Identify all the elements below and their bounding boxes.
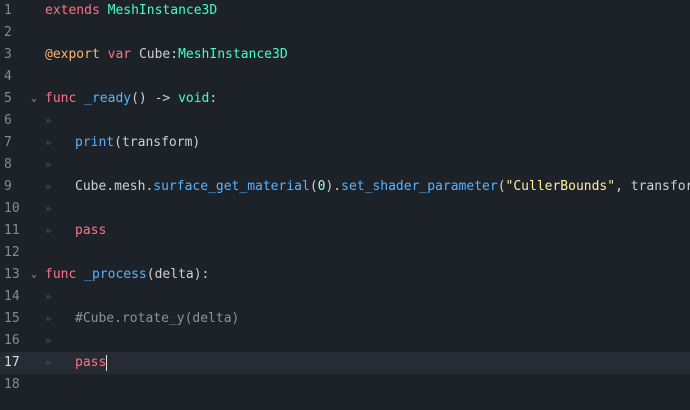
line-number: 3 — [4, 47, 12, 62]
line-number: 7 — [4, 135, 12, 150]
code-line-12[interactable]: 12 — [0, 242, 690, 264]
line-number: 6 — [4, 113, 12, 128]
code-text[interactable]: extends MeshInstance3D — [45, 0, 217, 22]
code-text[interactable]: print(transform) — [75, 132, 200, 154]
keyword-token: pass — [75, 223, 107, 238]
tab-indent-icon: » — [45, 158, 52, 171]
keyword-token: extends — [45, 3, 100, 18]
line-number: 11 — [4, 223, 20, 238]
code-text[interactable]: @export var Cube:MeshInstance3D — [45, 44, 288, 66]
line-number: 15 — [4, 311, 20, 326]
code-line-7[interactable]: 7 » print(transform) — [0, 132, 690, 154]
code-line-15[interactable]: 15 » #Cube.rotate_y(delta) — [0, 308, 690, 330]
code-text[interactable]: func _ready() -> void: — [45, 88, 217, 110]
line-number: 17 — [4, 355, 20, 370]
keyword-token: pass — [75, 355, 107, 370]
line-number: 4 — [4, 69, 12, 84]
code-text[interactable]: #Cube.rotate_y(delta) — [75, 308, 239, 330]
code-line-9[interactable]: 9 » Cube.mesh.surface_get_material(0).se… — [0, 176, 690, 198]
type-token: void — [178, 91, 210, 106]
code-line-5[interactable]: 5 ⌄ func _ready() -> void: — [0, 88, 690, 110]
code-text[interactable]: pass — [75, 352, 108, 374]
tab-indent-icon: » — [45, 136, 52, 149]
fold-arrow-icon[interactable]: ⌄ — [31, 88, 43, 110]
code-line-3[interactable]: 3 @export var Cube:MeshInstance3D — [0, 44, 690, 66]
annotation-token: @export — [45, 47, 100, 62]
tab-indent-icon: » — [45, 356, 52, 369]
tab-indent-icon: » — [45, 290, 52, 303]
line-number: 9 — [4, 179, 12, 194]
code-line-16[interactable]: 16 » — [0, 330, 690, 352]
code-line-18[interactable]: 18 — [0, 374, 690, 396]
text-token: , transform) — [615, 179, 690, 194]
tab-indent-icon: » — [45, 202, 52, 215]
text-token: (delta): — [146, 267, 210, 282]
line-number: 18 — [4, 377, 20, 392]
type-token: MeshInstance3D — [107, 3, 218, 18]
keyword-token: var — [107, 47, 132, 62]
function-token: surface_get_material — [153, 179, 310, 194]
line-number: 16 — [4, 333, 20, 348]
fold-arrow-icon[interactable]: ⌄ — [31, 264, 43, 286]
line-number: 12 — [4, 245, 20, 260]
code-line-1[interactable]: 1 extends MeshInstance3D — [0, 0, 690, 22]
comment-token: #Cube.rotate_y(delta) — [75, 311, 240, 326]
text-token: ). — [325, 179, 342, 194]
keyword-token: func — [45, 267, 77, 282]
function-token: _ready — [84, 91, 132, 106]
code-line-11[interactable]: 11 » pass — [0, 220, 690, 242]
code-text[interactable]: pass — [75, 220, 106, 242]
keyword-token: func — [45, 91, 77, 106]
text-token: : — [209, 91, 218, 106]
tab-indent-icon: » — [45, 114, 52, 127]
function-token: _process — [84, 267, 147, 282]
function-token: set_shader_parameter — [341, 179, 498, 194]
code-line-14[interactable]: 14 » — [0, 286, 690, 308]
code-line-4[interactable]: 4 — [0, 66, 690, 88]
type-token: MeshInstance3D — [178, 47, 288, 62]
tab-indent-icon: » — [45, 180, 52, 193]
string-token: "CullerBounds" — [505, 179, 616, 194]
code-line-8[interactable]: 8 » — [0, 154, 690, 176]
code-line-13[interactable]: 13 ⌄ func _process(delta): — [0, 264, 690, 286]
text-token: Cube.mesh. — [75, 179, 154, 194]
code-editor[interactable]: 1 extends MeshInstance3D 2 3 @export var… — [0, 0, 690, 410]
line-number: 1 — [4, 3, 12, 18]
line-number: 10 — [4, 201, 20, 216]
code-line-17-current[interactable]: 17 » pass — [0, 352, 690, 374]
line-number: 14 — [4, 289, 20, 304]
line-number: 2 — [4, 25, 12, 40]
code-line-2[interactable]: 2 — [0, 22, 690, 44]
line-number: 8 — [4, 157, 12, 172]
text-cursor — [106, 354, 108, 371]
tab-indent-icon: » — [45, 312, 52, 325]
text-token: ( — [309, 179, 318, 194]
tab-indent-icon: » — [45, 334, 52, 347]
colon-token: : — [170, 47, 179, 62]
text-token: () -> — [131, 91, 179, 106]
code-line-10[interactable]: 10 » — [0, 198, 690, 220]
code-text[interactable]: Cube.mesh.surface_get_material(0).set_sh… — [75, 176, 690, 198]
text-token: (transform) — [114, 135, 201, 150]
tab-indent-icon: » — [45, 224, 52, 237]
identifier-token: Cube — [138, 47, 171, 62]
code-line-6[interactable]: 6 » — [0, 110, 690, 132]
function-token: print — [75, 135, 115, 150]
code-text[interactable]: func _process(delta): — [45, 264, 209, 286]
text-token: ( — [497, 179, 506, 194]
